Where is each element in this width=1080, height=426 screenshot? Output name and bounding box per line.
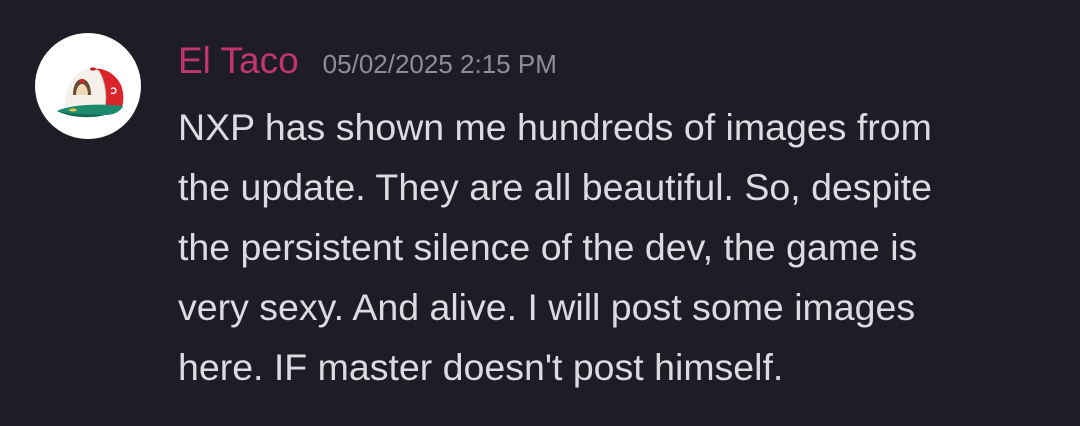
user-avatar[interactable] xyxy=(35,33,141,139)
message-line: very sexy. And alive. I will post some i… xyxy=(178,286,916,328)
message-content: NXP has shown me hundreds of images from… xyxy=(178,97,1058,397)
baseball-cap-icon xyxy=(57,67,124,118)
message-line: NXP has shown me hundreds of images from xyxy=(178,106,932,148)
message-timestamp[interactable]: 05/02/2025 2:15 PM xyxy=(323,49,557,80)
author-username[interactable]: El Taco xyxy=(178,40,299,82)
message-line: the persistent silence of the dev, the g… xyxy=(178,226,918,268)
message-line: here. IF master doesn't post himself. xyxy=(178,346,784,388)
message-line: the update. They are all beautiful. So, … xyxy=(178,166,932,208)
message-header: El Taco 05/02/2025 2:15 PM xyxy=(178,40,557,88)
chat-message: El Taco 05/02/2025 2:15 PM NXP has shown… xyxy=(0,0,1080,426)
